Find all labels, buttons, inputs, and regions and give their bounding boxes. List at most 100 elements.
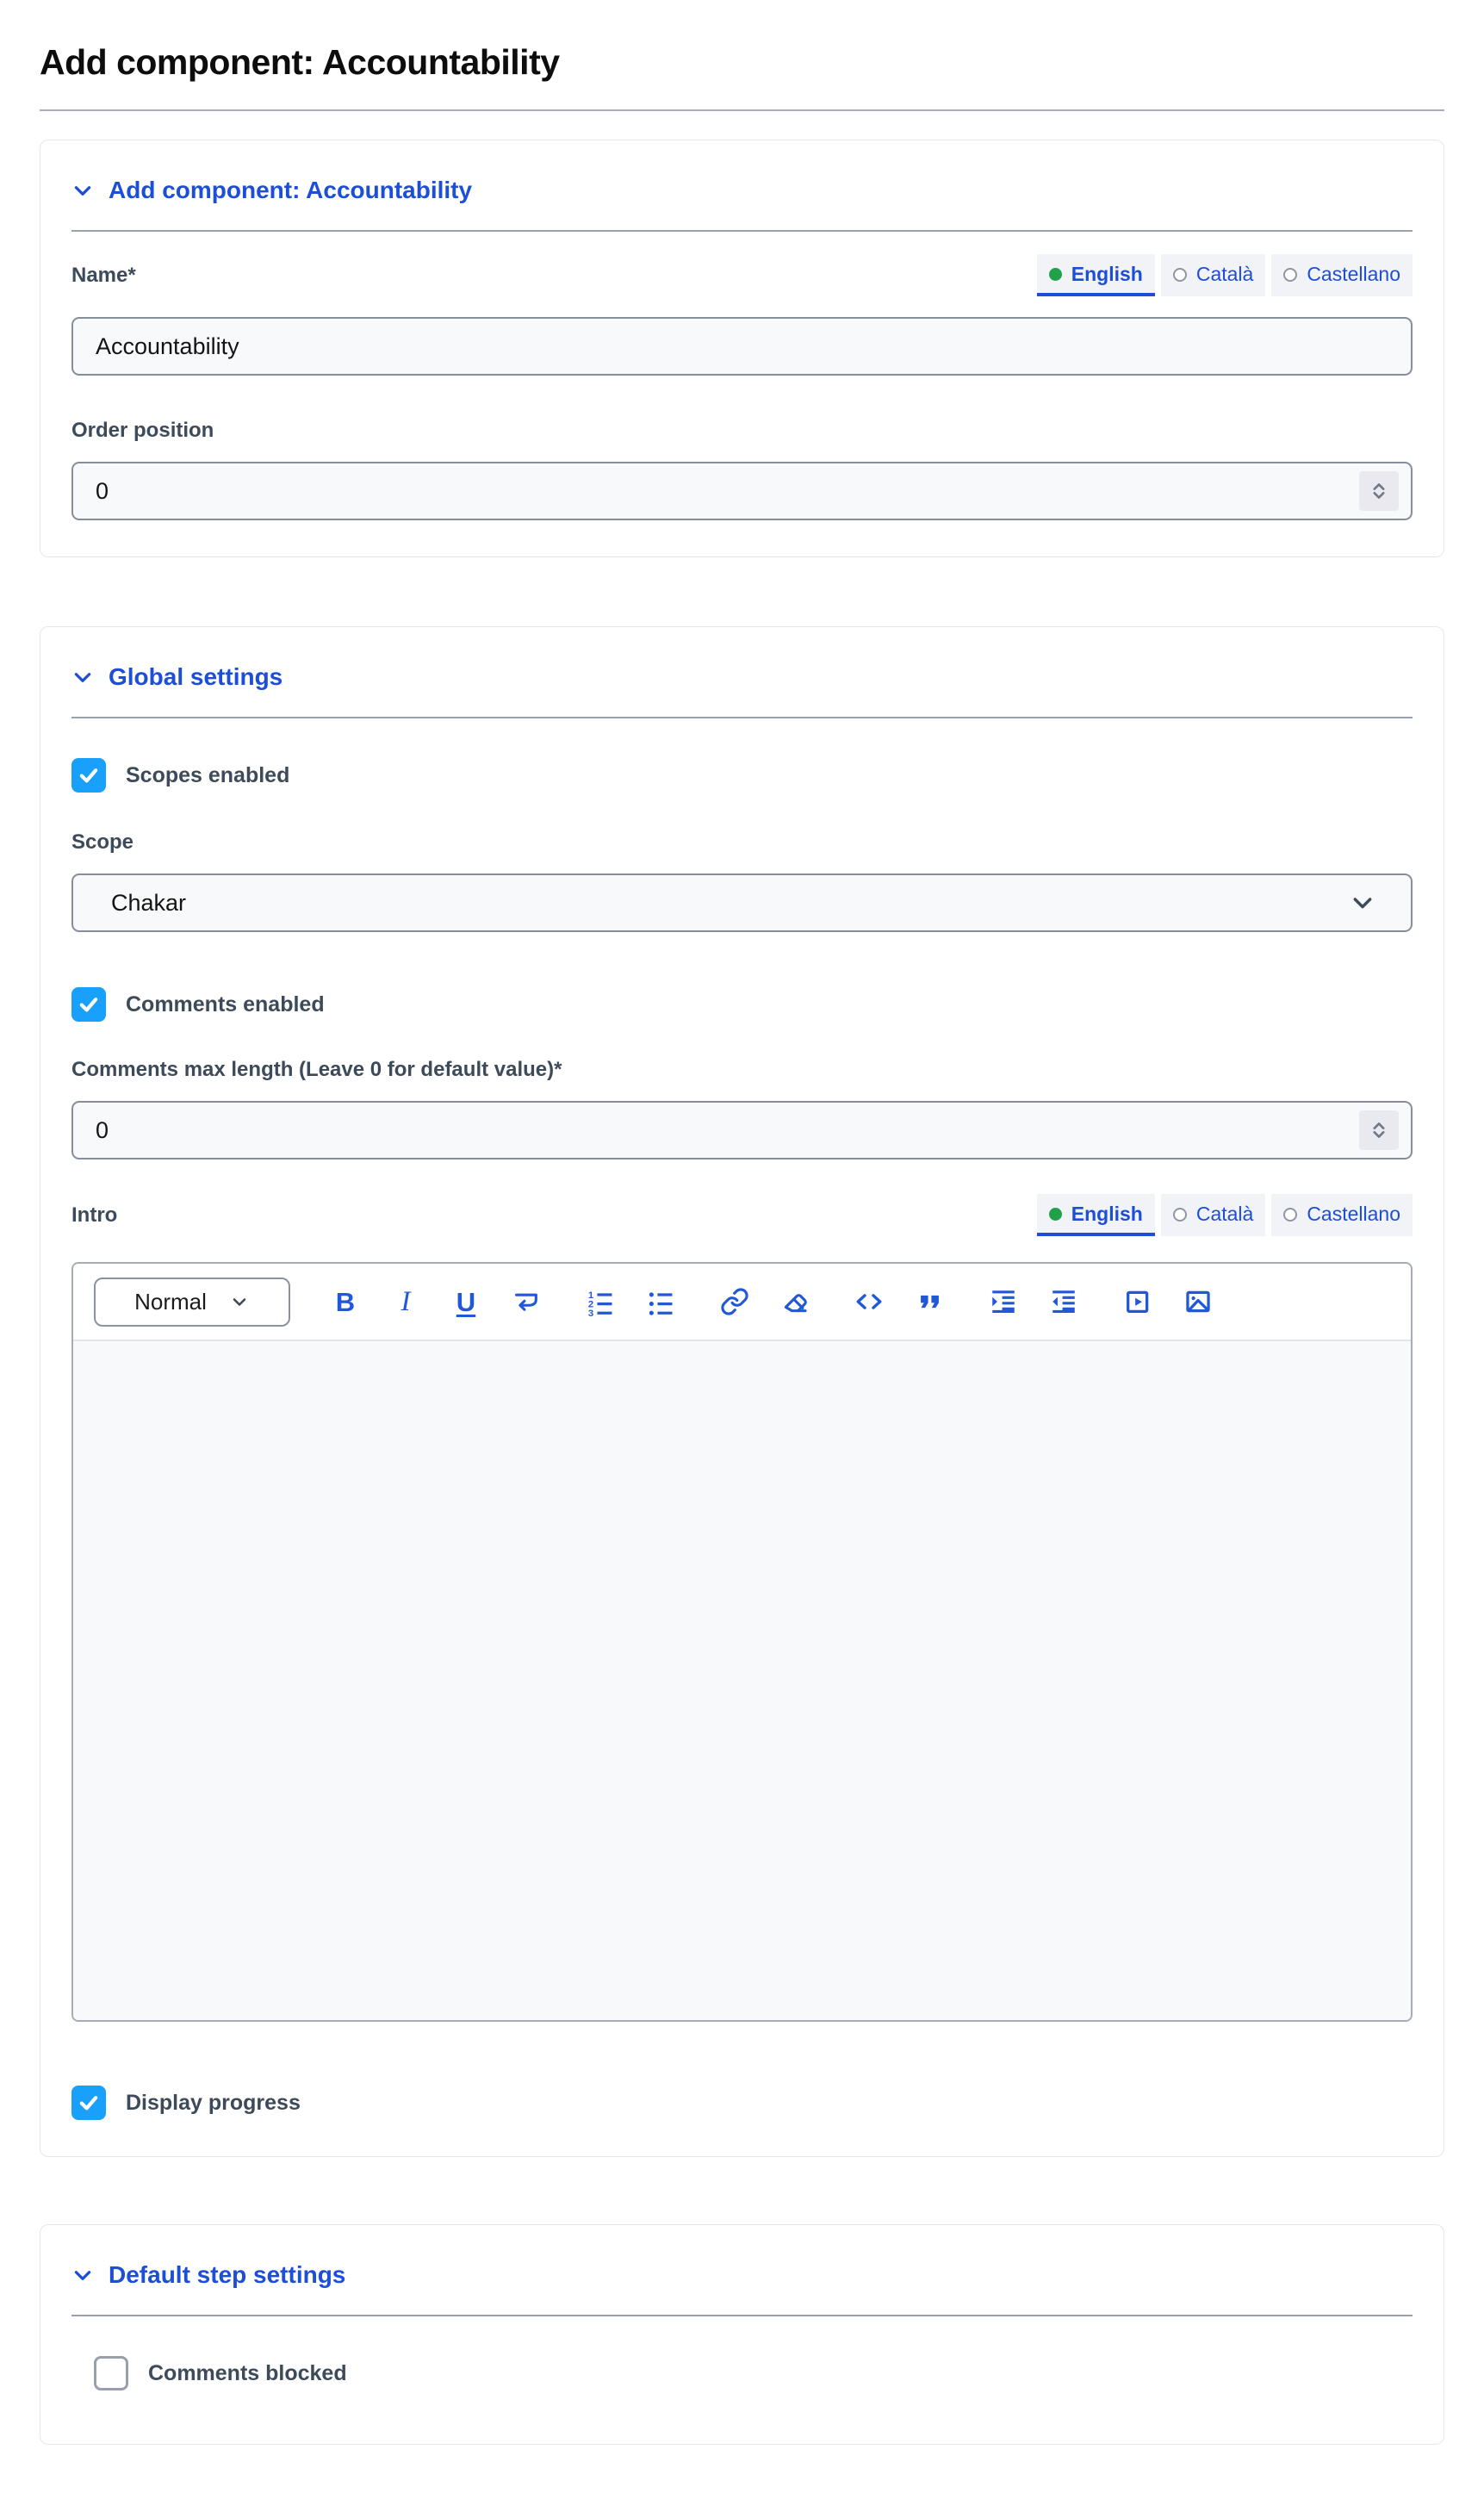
lang-tab-label: English [1071, 263, 1143, 286]
remove-format-button[interactable] [776, 1283, 814, 1321]
lang-tab-catala-intro[interactable]: Català [1161, 1194, 1265, 1236]
section-toggle-default-step-settings[interactable]: Default step settings [71, 2261, 345, 2289]
svg-text:3: 3 [588, 1309, 593, 1316]
indent-button[interactable] [984, 1283, 1022, 1321]
page: Add component: Accountability Add compon… [0, 0, 1484, 2493]
language-selector-intro: English Català Castellano [1037, 1194, 1413, 1236]
radio-unselected-icon [1173, 1208, 1187, 1222]
section-title: Add component: Accountability [109, 177, 472, 204]
checkbox-display-progress[interactable] [71, 2086, 106, 2120]
paragraph-style-select[interactable]: Normal [94, 1278, 290, 1327]
editor-content[interactable] [73, 1340, 1411, 2020]
lang-tab-castellano-intro[interactable]: Castellano [1271, 1194, 1413, 1236]
chevron-down-icon [1349, 889, 1376, 917]
name-label: Name* [71, 264, 136, 288]
bullet-list-icon [646, 1287, 675, 1316]
intro-field-row: Intro English Català Castellano [71, 1194, 1413, 1236]
card-add-component: Add component: Accountability Name* Engl… [40, 140, 1444, 557]
italic-icon: I [401, 1288, 411, 1316]
ordered-list-button[interactable]: 123 [581, 1283, 619, 1321]
chevron-down-icon [71, 666, 94, 688]
section-divider [71, 717, 1413, 718]
link-button[interactable] [716, 1283, 754, 1321]
intro-rich-text-editor: Normal B I U 123 [71, 1262, 1413, 2022]
stepper-arrows-icon [1367, 1118, 1391, 1142]
section-title: Default step settings [109, 2261, 345, 2289]
video-button[interactable] [1119, 1283, 1157, 1321]
section-toggle-add-component[interactable]: Add component: Accountability [71, 177, 472, 204]
chevron-down-icon [71, 2264, 94, 2286]
bold-button[interactable]: B [326, 1283, 364, 1321]
chevron-down-icon [71, 179, 94, 202]
lang-tab-label: Català [1196, 263, 1253, 286]
check-icon [77, 763, 101, 787]
link-icon [720, 1287, 749, 1316]
checkbox-label: Comments blocked [148, 2361, 347, 2386]
image-button[interactable] [1179, 1283, 1217, 1321]
code-icon [854, 1287, 884, 1316]
title-divider [40, 109, 1444, 111]
radio-unselected-icon [1173, 268, 1187, 282]
section-toggle-global-settings[interactable]: Global settings [71, 663, 283, 691]
comments-max-length-field [71, 1101, 1413, 1159]
indent-icon [989, 1287, 1018, 1316]
order-position-label: Order position [71, 419, 1413, 443]
bullet-list-button[interactable] [642, 1283, 680, 1321]
ordered-list-icon: 123 [586, 1287, 615, 1316]
outdent-button[interactable] [1045, 1283, 1083, 1321]
line-break-icon [512, 1287, 541, 1316]
comments-max-length-input[interactable] [71, 1101, 1413, 1159]
checkbox-row-scopes-enabled[interactable]: Scopes enabled [71, 758, 1413, 793]
line-break-button[interactable] [507, 1283, 545, 1321]
outdent-icon [1049, 1287, 1078, 1316]
code-block-button[interactable] [850, 1283, 888, 1321]
lang-tab-castellano[interactable]: Castellano [1271, 254, 1413, 296]
lang-tab-label: Castellano [1307, 263, 1400, 286]
lang-tab-label: Català [1196, 1203, 1253, 1226]
checkbox-label: Scopes enabled [126, 763, 289, 788]
underline-button[interactable]: U [447, 1283, 485, 1321]
lang-tab-english-intro[interactable]: English [1037, 1194, 1155, 1236]
lang-tab-catala[interactable]: Català [1161, 254, 1265, 296]
checkbox-comments-enabled[interactable] [71, 987, 106, 1022]
section-divider [71, 230, 1413, 232]
eraser-icon [780, 1287, 810, 1316]
underline-icon: U [456, 1289, 475, 1315]
lang-tab-english[interactable]: English [1037, 254, 1155, 296]
checkbox-row-comments-enabled[interactable]: Comments enabled [71, 987, 1413, 1022]
checkbox-row-comments-blocked[interactable]: Comments blocked [94, 2356, 1413, 2390]
order-position-input[interactable] [71, 462, 1413, 520]
video-icon [1123, 1287, 1152, 1316]
editor-toolbar: Normal B I U 123 [73, 1264, 1411, 1340]
number-stepper[interactable] [1359, 471, 1399, 511]
stepper-arrows-icon [1367, 479, 1391, 503]
scope-select[interactable]: Chakar [71, 873, 1413, 932]
card-default-step-settings: Default step settings Comments blocked [40, 2224, 1444, 2445]
name-input[interactable] [71, 317, 1413, 376]
radio-selected-icon [1049, 268, 1062, 281]
lang-tab-label: Castellano [1307, 1203, 1400, 1226]
order-position-field [71, 462, 1413, 520]
number-stepper[interactable] [1359, 1110, 1399, 1150]
paragraph-style-value: Normal [134, 1289, 207, 1315]
scope-select-value: Chakar [111, 890, 186, 917]
italic-button[interactable]: I [387, 1283, 425, 1321]
chevron-down-icon [229, 1291, 250, 1312]
blockquote-button[interactable] [910, 1283, 948, 1321]
blockquote-icon [915, 1287, 944, 1316]
section-divider [71, 2315, 1413, 2316]
radio-selected-icon [1049, 1208, 1062, 1221]
page-title: Add component: Accountability [40, 0, 1444, 82]
check-icon [77, 992, 101, 1016]
check-icon [77, 2091, 101, 2115]
card-global-settings: Global settings Scopes enabled Scope Cha… [40, 626, 1444, 2157]
image-icon [1183, 1287, 1213, 1316]
name-field-row: Name* English Català Castellano [71, 254, 1413, 296]
checkbox-row-display-progress[interactable]: Display progress [71, 2086, 1413, 2120]
checkbox-comments-blocked[interactable] [94, 2356, 128, 2390]
checkbox-scopes-enabled[interactable] [71, 758, 106, 793]
radio-unselected-icon [1283, 268, 1297, 282]
checkbox-label: Display progress [126, 2091, 301, 2116]
scope-label: Scope [71, 830, 1413, 855]
section-title: Global settings [109, 663, 283, 691]
